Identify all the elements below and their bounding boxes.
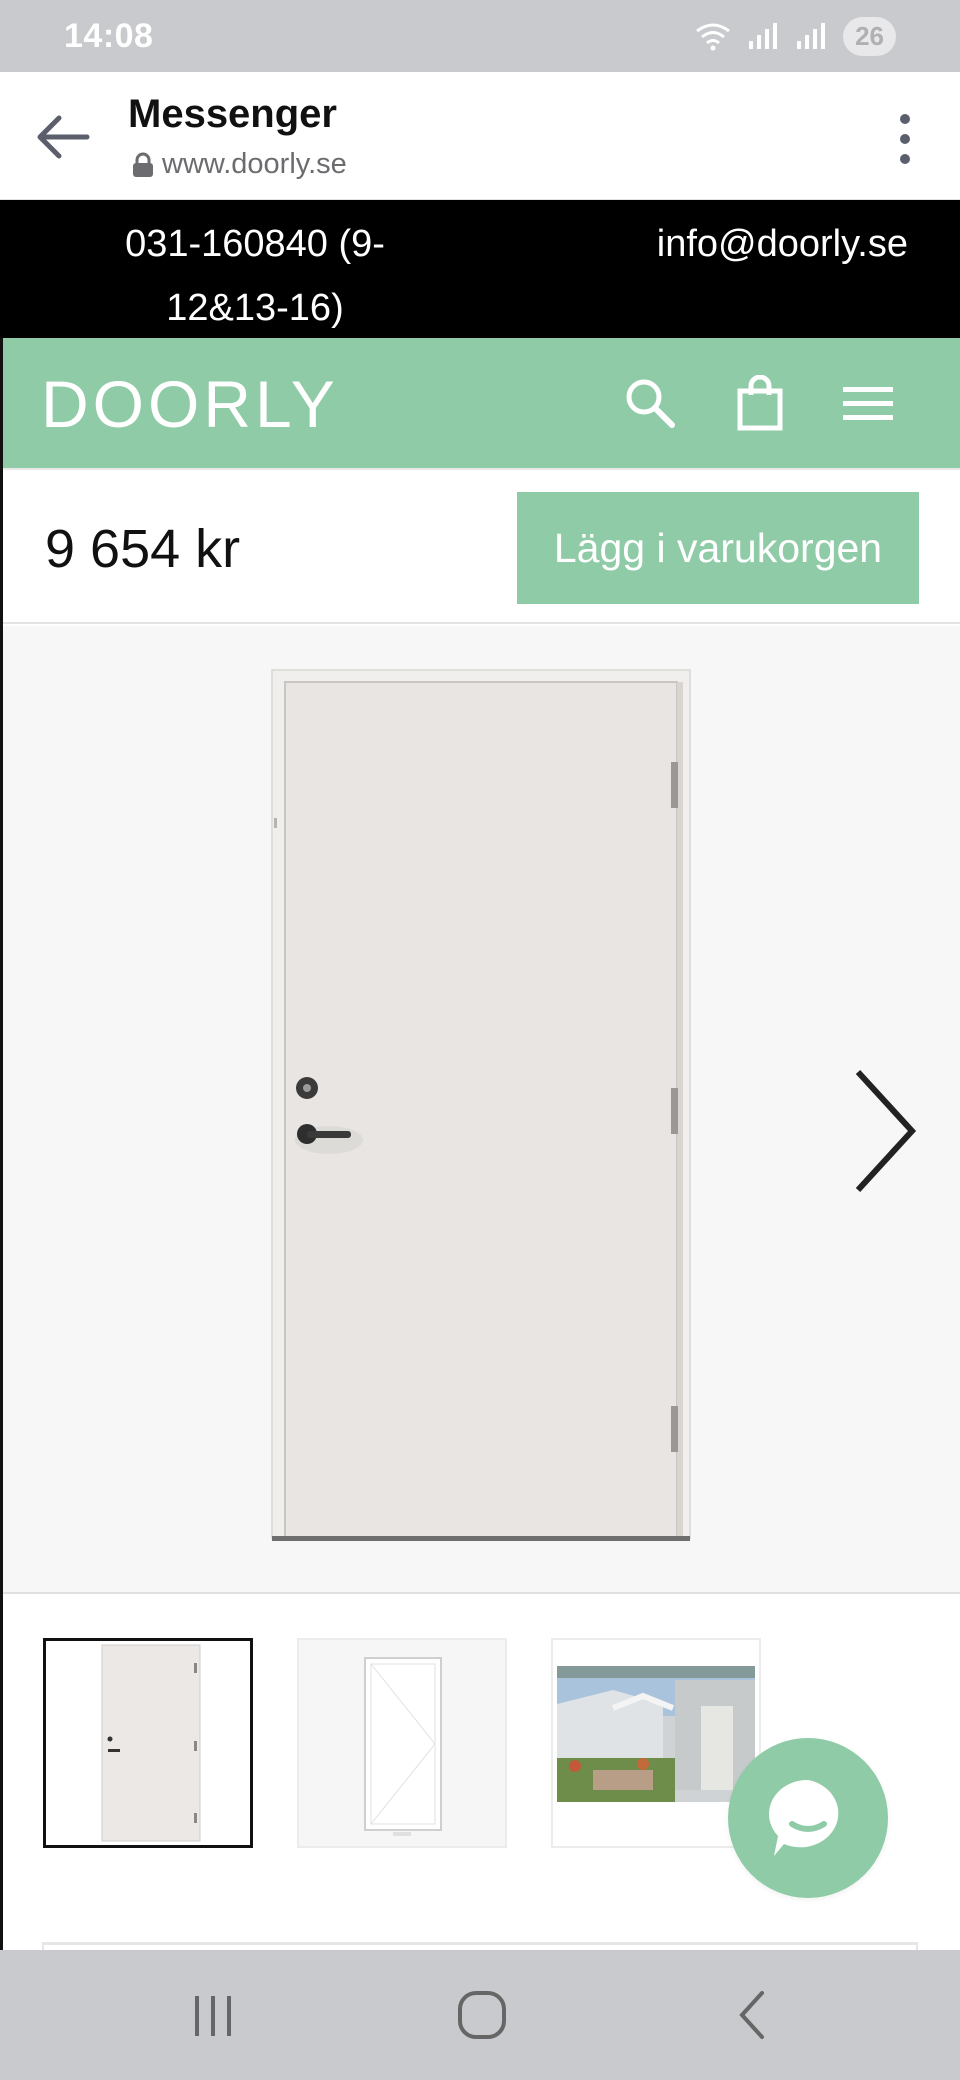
status-icons: 26: [693, 16, 896, 56]
product-gallery: [3, 626, 960, 1594]
hamburger-menu-icon: [843, 387, 893, 420]
back-icon: [739, 1991, 764, 2039]
chat-button[interactable]: [728, 1738, 888, 1898]
more-options-button[interactable]: [880, 104, 930, 174]
contact-phone-link[interactable]: 031-160840 (9-12&13-16): [100, 212, 410, 340]
browser-title: Messenger: [128, 92, 337, 136]
search-icon: [626, 379, 675, 428]
recents-icon: [195, 1996, 231, 2036]
wifi-icon: [696, 23, 730, 51]
signal-icon-2: [797, 23, 826, 49]
search-button[interactable]: [615, 368, 685, 438]
more-vertical-icon: [900, 114, 910, 124]
back-button[interactable]: [28, 102, 98, 172]
status-bar: 14:08 26: [0, 0, 960, 72]
home-icon: [458, 1991, 506, 2039]
signal-icon: [749, 23, 778, 49]
price-bar: 9 654 kr Lägg i varukorgen: [3, 468, 960, 624]
site-header: DOORLY: [3, 338, 960, 468]
contact-bar: 031-160840 (9-12&13-16) info@doorly.se: [0, 200, 960, 338]
cart-button[interactable]: [725, 368, 795, 438]
battery-indicator: 26: [843, 16, 896, 56]
screen: 14:08 26 Messenger www.doorly.se 031-160…: [0, 0, 960, 2080]
chat-bubble-icon: [768, 1779, 839, 1856]
home-button[interactable]: [442, 1980, 522, 2050]
browser-bar: Messenger www.doorly.se: [0, 72, 960, 200]
lock-icon: [133, 152, 153, 177]
browser-url: www.doorly.se: [162, 148, 347, 180]
thumbnail-door-drawing: [299, 1640, 505, 1846]
system-back-button[interactable]: [712, 1980, 792, 2050]
product-price: 9 654 kr: [45, 519, 241, 579]
next-image-button[interactable]: [850, 1066, 920, 1196]
status-time: 14:08: [64, 16, 154, 55]
contact-email-link[interactable]: info@doorly.se: [657, 212, 908, 276]
chevron-right-icon: [855, 1069, 917, 1193]
url-row: www.doorly.se: [132, 148, 347, 181]
menu-button[interactable]: [833, 368, 903, 438]
thumbnail-1[interactable]: [43, 1638, 253, 1848]
arrow-left-icon: [37, 115, 90, 159]
recents-button[interactable]: [174, 1980, 254, 2050]
system-nav-bar: [0, 1950, 960, 2080]
add-to-cart-button[interactable]: Lägg i varukorgen: [517, 492, 919, 604]
shopping-bag-icon: [737, 375, 783, 431]
product-image-door[interactable]: [3, 626, 960, 1594]
thumbnail-door-image: [101, 1644, 201, 1842]
site-logo[interactable]: DOORLY: [41, 366, 339, 442]
thumbnail-2[interactable]: [297, 1638, 507, 1848]
